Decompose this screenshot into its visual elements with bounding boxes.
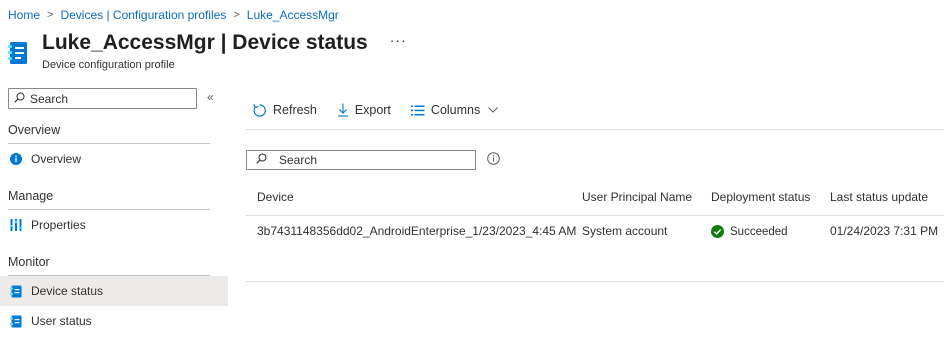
refresh-button[interactable]: Refresh [246, 103, 317, 118]
search-icon [256, 153, 267, 167]
table-row-divider [246, 281, 944, 282]
table-row[interactable]: 3b7431148356dd02_AndroidEnterprise_1/23/… [246, 216, 944, 282]
chevron-down-icon [488, 107, 499, 113]
status-text: Succeeded [730, 225, 788, 238]
toolbar: Refresh Export Columns [246, 100, 512, 120]
columns-icon [410, 105, 425, 116]
refresh-label: Refresh [273, 103, 317, 117]
export-button[interactable]: Export [331, 103, 391, 117]
properties-icon [9, 219, 22, 232]
page-title-section: | Device status [214, 31, 368, 54]
section-title-manage: Manage [8, 189, 54, 203]
sidebar-item-label: Device status [31, 284, 104, 298]
toolbar-divider [246, 129, 944, 130]
refresh-icon [252, 103, 267, 118]
columns-label: Columns [430, 103, 481, 117]
cell-deployment-status: Succeeded [711, 225, 788, 238]
main-search-box[interactable] [246, 150, 476, 170]
breadcrumb-separator: > [233, 9, 240, 21]
sidebar-item-overview[interactable]: Overview [0, 144, 228, 174]
sidebar-item-label: User status [31, 314, 92, 328]
success-check-icon [711, 225, 724, 238]
sidebar-item-properties[interactable]: Properties [0, 210, 228, 240]
export-label: Export [354, 103, 391, 117]
info-circle-icon[interactable] [487, 152, 500, 168]
column-header-last-status-update[interactable]: Last status update [830, 190, 928, 204]
sidebar-search-input[interactable] [30, 91, 190, 106]
sidebar-search-box[interactable] [8, 88, 197, 109]
sidebar-item-label: Properties [31, 218, 86, 232]
device-status-icon [9, 285, 22, 298]
device-configuration-profile-icon [8, 41, 30, 67]
breadcrumb-configuration-profiles[interactable]: Devices | Configuration profiles [60, 8, 226, 22]
cell-device: 3b7431148356dd02_AndroidEnterprise_1/23/… [257, 224, 577, 238]
page-title: Luke_AccessMgr | Device status [42, 31, 368, 55]
sidebar-item-user-status[interactable]: User status [0, 306, 228, 336]
columns-button[interactable]: Columns [405, 103, 499, 117]
user-status-icon [9, 315, 22, 328]
collapse-sidebar-button[interactable]: « [207, 90, 214, 104]
page-subtitle: Device configuration profile [42, 59, 175, 71]
page-title-profile-name: Luke_AccessMgr [42, 31, 215, 54]
download-icon [337, 103, 349, 117]
cell-upn: System account [582, 224, 668, 238]
search-icon [14, 92, 25, 106]
breadcrumb-home[interactable]: Home [8, 8, 40, 22]
info-icon [9, 153, 22, 166]
breadcrumb-profile[interactable]: Luke_AccessMgr [247, 8, 339, 22]
column-header-device[interactable]: Device [257, 190, 294, 204]
section-title-overview: Overview [8, 123, 61, 137]
cell-last-status-update: 01/24/2023 7:31 PM [830, 224, 939, 238]
sidebar-item-device-status[interactable]: Device status [0, 276, 228, 306]
breadcrumb: Home > Devices | Configuration profiles … [8, 8, 339, 22]
section-title-monitor: Monitor [8, 255, 50, 269]
more-options-button[interactable]: ··· [390, 32, 407, 48]
column-header-upn[interactable]: User Principal Name [582, 190, 692, 204]
main-search-input[interactable] [279, 153, 469, 167]
sidebar-item-label: Overview [31, 152, 82, 166]
page-header: Luke_AccessMgr | Device status ··· Devic… [8, 31, 407, 71]
breadcrumb-separator: > [47, 9, 54, 21]
column-header-deployment-status[interactable]: Deployment status [711, 190, 810, 204]
